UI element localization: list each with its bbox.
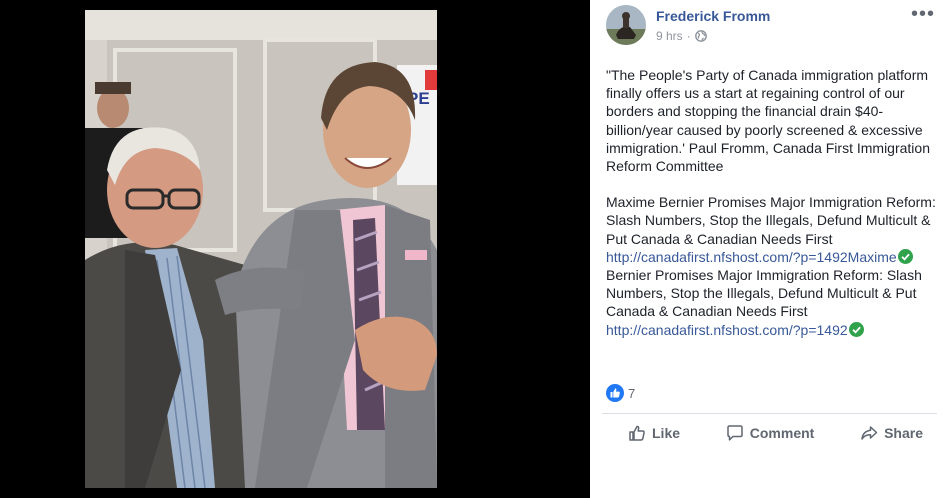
more-options-button[interactable]: ••• [911, 4, 935, 24]
photo-illustration: PE [85, 10, 437, 488]
post-panel: Frederick Fromm 9 hrs · ••• "The People'… [590, 0, 949, 498]
post-timestamp[interactable]: 9 hrs [656, 29, 683, 43]
share-button[interactable]: Share [860, 414, 923, 452]
article-link-2[interactable]: http://canadafirst.nfshost.com/?p=1492 [606, 322, 848, 338]
post-meta: 9 hrs · [656, 29, 707, 43]
headline-text: Maxime Bernier Promises Major Immigratio… [606, 194, 936, 247]
share-arrow-icon [861, 426, 878, 440]
photo-viewer: PE [0, 0, 590, 498]
avatar-image [606, 5, 646, 45]
comment-icon [727, 425, 743, 441]
check-icon [897, 248, 913, 264]
headline-text-repeat: Bernier Promises Major Immigration Refor… [606, 267, 922, 320]
like-label: Like [652, 425, 681, 441]
thumbs-up-outline-icon [629, 425, 645, 441]
author-name[interactable]: Frederick Fromm [656, 8, 770, 24]
check-icon [848, 321, 864, 337]
post-quote: "The People's Party of Canada immigratio… [606, 67, 930, 175]
post-link-paragraph: Maxime Bernier Promises Major Immigratio… [606, 193, 936, 339]
globe-icon [694, 30, 707, 42]
thumbs-up-icon [606, 384, 624, 402]
like-button[interactable]: Like [628, 414, 680, 452]
share-label: Share [884, 425, 923, 441]
article-link-1[interactable]: http://canadafirst.nfshost.com/?p=1492Ma… [606, 249, 897, 265]
meta-separator: · [686, 29, 691, 43]
comment-label: Comment [749, 425, 815, 441]
post-photo[interactable]: PE [85, 10, 437, 488]
post-body: "The People's Party of Canada immigratio… [606, 66, 936, 339]
reaction-summary[interactable]: 7 [606, 384, 635, 402]
post-actions: Like Comment Share [602, 414, 937, 452]
author-avatar[interactable] [606, 5, 646, 45]
reaction-count: 7 [628, 385, 636, 401]
comment-button[interactable]: Comment [726, 414, 815, 452]
